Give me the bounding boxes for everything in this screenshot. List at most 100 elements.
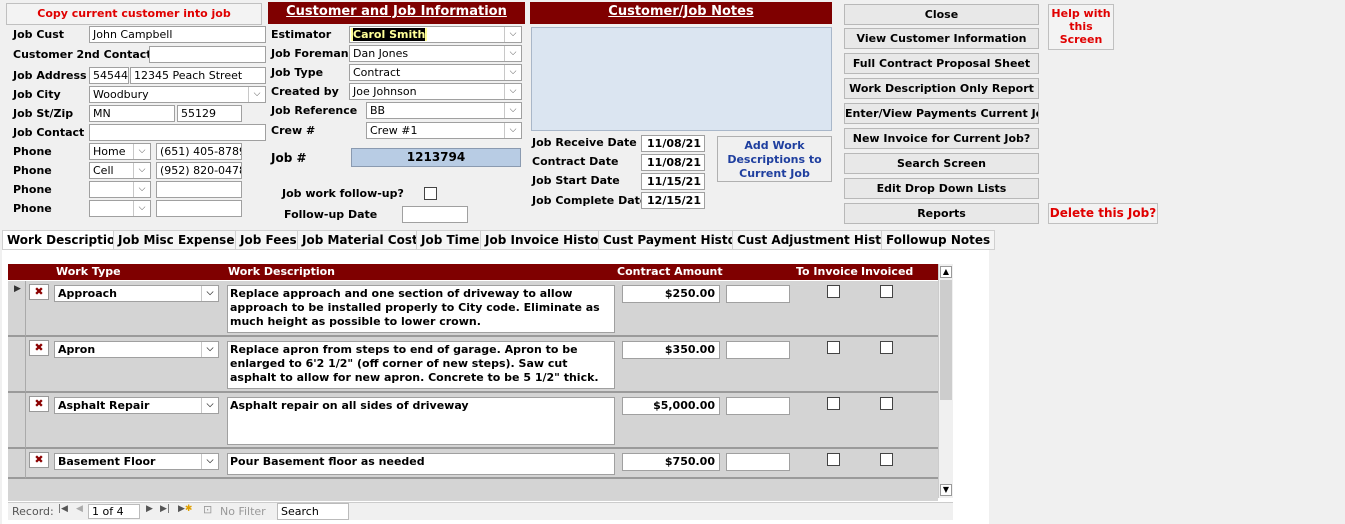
payments-button[interactable]: Enter/View Payments Current Job	[844, 103, 1039, 124]
followup-checkbox[interactable]	[424, 187, 437, 200]
scroll-down-icon[interactable]: ▼	[940, 484, 952, 496]
filter-icon[interactable]: ⊡	[203, 503, 212, 516]
help-button[interactable]: Help with this Screen	[1048, 4, 1114, 50]
close-button[interactable]: Close	[844, 4, 1039, 25]
job-contact-field[interactable]	[89, 124, 266, 141]
second-contact-field[interactable]	[149, 46, 266, 63]
chevron-down-icon[interactable]: ⌵	[504, 46, 521, 61]
tab-job-misc-expenses[interactable]: Job Misc Expenses	[113, 230, 247, 250]
state-field[interactable]: MN	[89, 105, 175, 122]
new-record-icon[interactable]: ▶✱	[178, 504, 192, 514]
complete-date-field[interactable]: 12/15/21	[641, 192, 705, 209]
chevron-down-icon[interactable]: ⌵	[201, 398, 218, 413]
chevron-down-icon[interactable]: ⌵	[504, 123, 521, 138]
work-description-field[interactable]: Asphalt repair on all sides of driveway	[227, 397, 615, 445]
chevron-down-icon[interactable]: ⌵	[201, 342, 218, 357]
full-contract-proposal-button[interactable]: Full Contract Proposal Sheet	[844, 53, 1039, 74]
view-customer-button[interactable]: View Customer Information	[844, 28, 1039, 49]
phone-type-combo[interactable]: ⌵	[89, 181, 151, 198]
invoiced-checkbox[interactable]	[880, 453, 893, 466]
work-type-combo[interactable]: Apron ⌵	[54, 341, 219, 358]
reports-button[interactable]: Reports	[844, 203, 1039, 224]
address-number-field[interactable]: 54544	[89, 67, 129, 84]
tab-job-invoice-history[interactable]: Job Invoice History	[480, 230, 618, 250]
chevron-down-icon[interactable]: ⌵	[504, 65, 521, 80]
record-number-field[interactable]: 1 of 4	[88, 504, 140, 519]
phone-type-combo[interactable]: ⌵	[89, 200, 151, 217]
tab-job-fees[interactable]: Job Fees	[235, 230, 302, 250]
invoiced-checkbox[interactable]	[880, 397, 893, 410]
delete-row-icon[interactable]: ✖	[29, 284, 49, 300]
work-description-field[interactable]: Replace approach and one section of driv…	[227, 285, 615, 333]
delete-row-icon[interactable]: ✖	[29, 340, 49, 356]
tab-job-material-costs[interactable]: Job Material Costs	[297, 230, 430, 250]
row-selector[interactable]	[8, 393, 26, 449]
chevron-down-icon[interactable]: ⌵	[504, 84, 521, 99]
chevron-down-icon[interactable]: ⌵	[201, 286, 218, 301]
no-filter-label[interactable]: No Filter	[220, 505, 266, 518]
contract-amount-field[interactable]: $350.00	[622, 341, 720, 359]
last-record-icon[interactable]: ▶|	[160, 504, 170, 514]
contract-amount-field[interactable]: $750.00	[622, 453, 720, 471]
contract-date-field[interactable]: 11/08/21	[641, 154, 705, 171]
search-screen-button[interactable]: Search Screen	[844, 153, 1039, 174]
zip-field[interactable]: 55129	[177, 105, 242, 122]
work-description-field[interactable]: Replace apron from steps to end of garag…	[227, 341, 615, 389]
chevron-down-icon[interactable]: ⌵	[133, 201, 150, 216]
work-description-field[interactable]: Pour Basement floor as needed	[227, 453, 615, 475]
job-type-combo[interactable]: Contract ⌵	[349, 64, 522, 81]
invoiced-checkbox[interactable]	[880, 341, 893, 354]
chevron-down-icon[interactable]: ⌵	[201, 454, 218, 469]
notes-textarea[interactable]	[531, 27, 832, 131]
chevron-down-icon[interactable]: ⌵	[504, 103, 521, 118]
phone-type-combo[interactable]: Home ⌵	[89, 143, 151, 160]
job-cust-field[interactable]: John Campbell	[89, 26, 266, 43]
phone-number-field[interactable]: (952) 820-0478	[156, 162, 242, 179]
search-input[interactable]: Search	[277, 503, 349, 520]
tab-job-time[interactable]: Job Time	[416, 230, 485, 250]
to-invoice-checkbox[interactable]	[827, 453, 840, 466]
tab-followup-notes[interactable]: Followup Notes	[881, 230, 996, 250]
job-reference-combo[interactable]: BB ⌵	[366, 102, 522, 119]
address-street-field[interactable]: 12345 Peach Street	[130, 67, 266, 84]
chevron-down-icon[interactable]: ⌵	[133, 144, 150, 159]
chevron-down-icon[interactable]: ⌵	[504, 27, 521, 42]
amount-extra-field[interactable]	[726, 341, 790, 359]
row-selector[interactable]	[8, 449, 26, 479]
followup-date-field[interactable]	[402, 206, 468, 223]
chevron-down-icon[interactable]: ⌵	[133, 163, 150, 178]
to-invoice-checkbox[interactable]	[827, 397, 840, 410]
next-record-icon[interactable]: ▶	[146, 504, 153, 514]
work-type-combo[interactable]: Basement Floor ⌵	[54, 453, 219, 470]
work-type-combo[interactable]: Approach ⌵	[54, 285, 219, 302]
delete-job-button[interactable]: Delete this Job?	[1048, 203, 1158, 224]
new-invoice-button[interactable]: New Invoice for Current Job?	[844, 128, 1039, 149]
foreman-combo[interactable]: Dan Jones ⌵	[349, 45, 522, 62]
amount-extra-field[interactable]	[726, 397, 790, 415]
work-description-report-button[interactable]: Work Description Only Report	[844, 78, 1039, 99]
work-type-combo[interactable]: Asphalt Repair ⌵	[54, 397, 219, 414]
receive-date-field[interactable]: 11/08/21	[641, 135, 705, 152]
job-city-combo[interactable]: Woodbury ⌵	[89, 86, 266, 103]
previous-record-icon[interactable]: ◀	[76, 504, 83, 514]
chevron-down-icon[interactable]: ⌵	[133, 182, 150, 197]
phone-number-field[interactable]	[156, 181, 242, 198]
estimator-combo[interactable]: Carol Smith ⌵	[349, 26, 522, 43]
delete-row-icon[interactable]: ✖	[29, 396, 49, 412]
row-selector[interactable]: ▶	[8, 281, 26, 337]
phone-number-field[interactable]: (651) 405-8789	[156, 143, 242, 160]
chevron-down-icon[interactable]: ⌵	[248, 87, 265, 102]
contract-amount-field[interactable]: $5,000.00	[622, 397, 720, 415]
to-invoice-checkbox[interactable]	[827, 341, 840, 354]
phone-number-field[interactable]	[156, 200, 242, 217]
row-selector[interactable]	[8, 337, 26, 393]
contract-amount-field[interactable]: $250.00	[622, 285, 720, 303]
phone-type-combo[interactable]: Cell ⌵	[89, 162, 151, 179]
add-work-descriptions-button[interactable]: Add Work Descriptions to Current Job	[717, 136, 832, 182]
first-record-icon[interactable]: |◀	[58, 504, 68, 514]
crew-combo[interactable]: Crew #1 ⌵	[366, 122, 522, 139]
edit-drop-down-lists-button[interactable]: Edit Drop Down Lists	[844, 178, 1039, 199]
start-date-field[interactable]: 11/15/21	[641, 173, 705, 190]
copy-customer-button[interactable]: Copy current customer into job informati…	[6, 3, 262, 40]
scroll-thumb[interactable]	[940, 280, 952, 400]
